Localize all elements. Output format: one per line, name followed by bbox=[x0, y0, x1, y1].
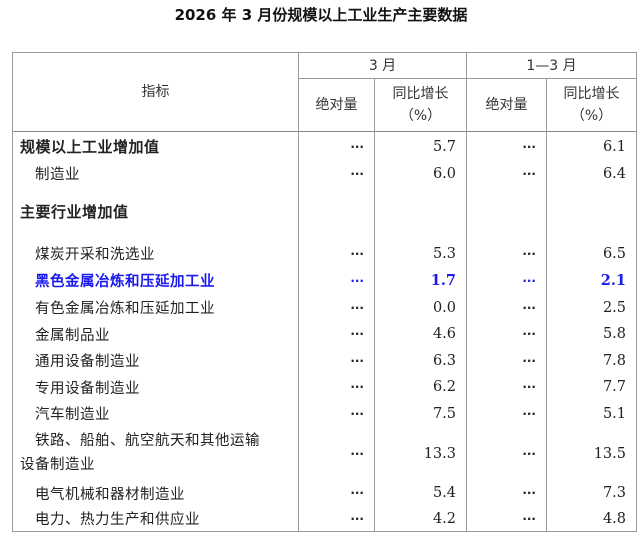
header-bottom-border bbox=[12, 131, 636, 132]
yoy-growth-cell: 7.3 bbox=[602, 485, 626, 501]
header-absolute-march: 绝对量 bbox=[315, 97, 358, 113]
yoy-growth-cell: 6.4 bbox=[602, 165, 626, 182]
absolute-value-cell: ··· bbox=[350, 166, 364, 181]
header-yoy-q1: 同比增长 （%） bbox=[547, 79, 636, 131]
yoy-growth-cell: 6.0 bbox=[432, 165, 456, 182]
yoy-growth-cell: 4.2 bbox=[432, 510, 456, 527]
absolute-value-cell: ··· bbox=[522, 446, 536, 461]
absolute-value-cell: ··· bbox=[522, 327, 536, 341]
yoy-growth-cell: 1.7 bbox=[430, 272, 456, 289]
row-label: 黑色金属冶炼和压延加工业 bbox=[35, 274, 215, 290]
absolute-value-cell: ··· bbox=[350, 380, 364, 394]
table-bottom-border bbox=[12, 531, 636, 532]
yoy-growth-cell: 4.6 bbox=[432, 326, 456, 342]
header-absolute-q1: 绝对量 bbox=[485, 97, 528, 113]
absolute-value-cell: ··· bbox=[522, 246, 536, 261]
yoy-growth-cell: 6.5 bbox=[602, 245, 626, 262]
yoy-growth-cell: 6.1 bbox=[602, 138, 626, 155]
absolute-value-cell: ··· bbox=[522, 353, 536, 368]
header-period-march: 3 月 bbox=[368, 57, 397, 74]
row-label: 制造业 bbox=[35, 167, 80, 183]
row-label: 专用设备制造业 bbox=[35, 380, 140, 397]
header-period-q1: 1—3 月 bbox=[526, 57, 577, 74]
yoy-growth-cell: 2.5 bbox=[602, 299, 626, 316]
row-label: 汽车制造业 bbox=[35, 407, 110, 423]
yoy-growth-cell: 5.7 bbox=[432, 138, 456, 155]
yoy-growth-cell: 7.7 bbox=[602, 379, 626, 395]
yoy-growth-cell: 5.8 bbox=[602, 326, 626, 342]
row-label: 规模以上工业增加值 bbox=[20, 138, 160, 156]
absolute-value-cell: ··· bbox=[350, 273, 364, 288]
yoy-growth-cell: 6.2 bbox=[432, 379, 456, 395]
absolute-value-cell: ··· bbox=[522, 166, 536, 181]
header-yoy-unit: （%） bbox=[399, 108, 442, 124]
absolute-value-cell: ··· bbox=[522, 511, 536, 526]
absolute-value-cell: ··· bbox=[522, 300, 536, 315]
absolute-value-cell: ··· bbox=[522, 139, 536, 154]
yoy-growth-cell: 5.3 bbox=[432, 245, 456, 262]
absolute-value-cell: ··· bbox=[522, 273, 536, 288]
yoy-growth-cell: 2.1 bbox=[600, 272, 626, 289]
header-yoy-march: 同比增长 （%） bbox=[375, 79, 466, 131]
row-label: 煤炭开采和洗选业 bbox=[35, 247, 155, 263]
absolute-value-cell: ··· bbox=[350, 300, 364, 315]
yoy-growth-cell: 7.5 bbox=[432, 405, 456, 422]
yoy-growth-cell: 4.8 bbox=[602, 510, 626, 527]
row-label: 有色金属冶炼和压延加工业 bbox=[35, 301, 215, 317]
row-label: 金属制品业 bbox=[35, 327, 110, 344]
row-label-line1: 铁路、船舶、航空航天和其他运输 bbox=[35, 433, 260, 449]
col-line-5 bbox=[636, 52, 637, 532]
row-label: 通用设备制造业 bbox=[35, 354, 140, 370]
absolute-value-cell: ··· bbox=[522, 406, 536, 421]
absolute-value-cell: ··· bbox=[350, 486, 364, 500]
absolute-value-cell: ··· bbox=[350, 406, 364, 421]
yoy-growth-cell: 13.5 bbox=[593, 445, 626, 462]
yoy-growth-cell: 6.3 bbox=[432, 352, 456, 369]
yoy-growth-cell: 7.8 bbox=[602, 352, 626, 369]
header-indicator: 指标 bbox=[141, 84, 170, 100]
header-yoy-unit: （%） bbox=[570, 108, 613, 124]
row-label: 铁路、船舶、航空航天和其他运输设备制造业 bbox=[13, 427, 298, 480]
header-yoy-label: 同比增长 bbox=[392, 86, 449, 102]
row-label: 主要行业增加值 bbox=[20, 203, 129, 221]
absolute-value-cell: ··· bbox=[350, 446, 364, 461]
absolute-value-cell: ··· bbox=[522, 380, 536, 394]
absolute-value-cell: ··· bbox=[350, 327, 364, 341]
yoy-growth-cell: 5.1 bbox=[602, 405, 626, 422]
absolute-value-cell: ··· bbox=[350, 246, 364, 261]
table-title: 2026 年 3 月份规模以上工业生产主要数据 bbox=[174, 6, 468, 24]
yoy-growth-cell: 0.0 bbox=[432, 299, 456, 316]
yoy-growth-cell: 5.4 bbox=[432, 485, 456, 501]
absolute-value-cell: ··· bbox=[350, 139, 364, 154]
absolute-value-cell: ··· bbox=[350, 511, 364, 526]
absolute-value-cell: ··· bbox=[522, 486, 536, 500]
header-yoy-label: 同比增长 bbox=[563, 86, 620, 102]
row-label: 电力、热力生产和供应业 bbox=[35, 512, 200, 528]
row-label-line2: 设备制造业 bbox=[20, 457, 95, 473]
absolute-value-cell: ··· bbox=[350, 353, 364, 368]
row-label: 电气机械和器材制造业 bbox=[35, 486, 185, 503]
yoy-growth-cell: 13.3 bbox=[423, 445, 456, 462]
